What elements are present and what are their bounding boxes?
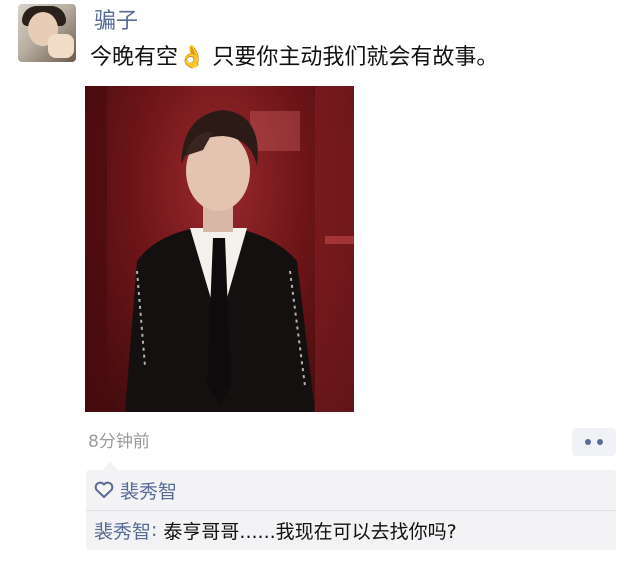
likes-row: 裴秀智 (94, 474, 177, 506)
post-username[interactable]: 骗子 (94, 8, 138, 36)
heart-outline-icon (94, 481, 114, 499)
interaction-box: 裴秀智 裴秀智 : 泰亨哥哥......我现在可以去找你吗? (86, 462, 616, 550)
more-dots-icon (585, 439, 591, 445)
comment-author[interactable]: 裴秀智 (94, 517, 151, 544)
post-photo[interactable] (85, 86, 354, 412)
comment-separator: : (151, 519, 158, 541)
post-text: 今晚有空👌 只要你主动我们就会有故事。 (90, 45, 499, 70)
avatar[interactable] (18, 4, 76, 62)
comment-item[interactable]: 裴秀智 : 泰亨哥哥......我现在可以去找你吗? (94, 514, 457, 546)
comment-text: 泰亨哥哥......我现在可以去找你吗? (163, 520, 457, 543)
more-options-button[interactable] (572, 428, 616, 456)
photo-illustration (85, 86, 354, 412)
liker-name[interactable]: 裴秀智 (120, 477, 177, 504)
post-timestamp: 8分钟前 (88, 432, 150, 452)
avatar-hand (48, 34, 74, 58)
more-dots-icon-second (597, 439, 603, 445)
divider (86, 510, 616, 511)
